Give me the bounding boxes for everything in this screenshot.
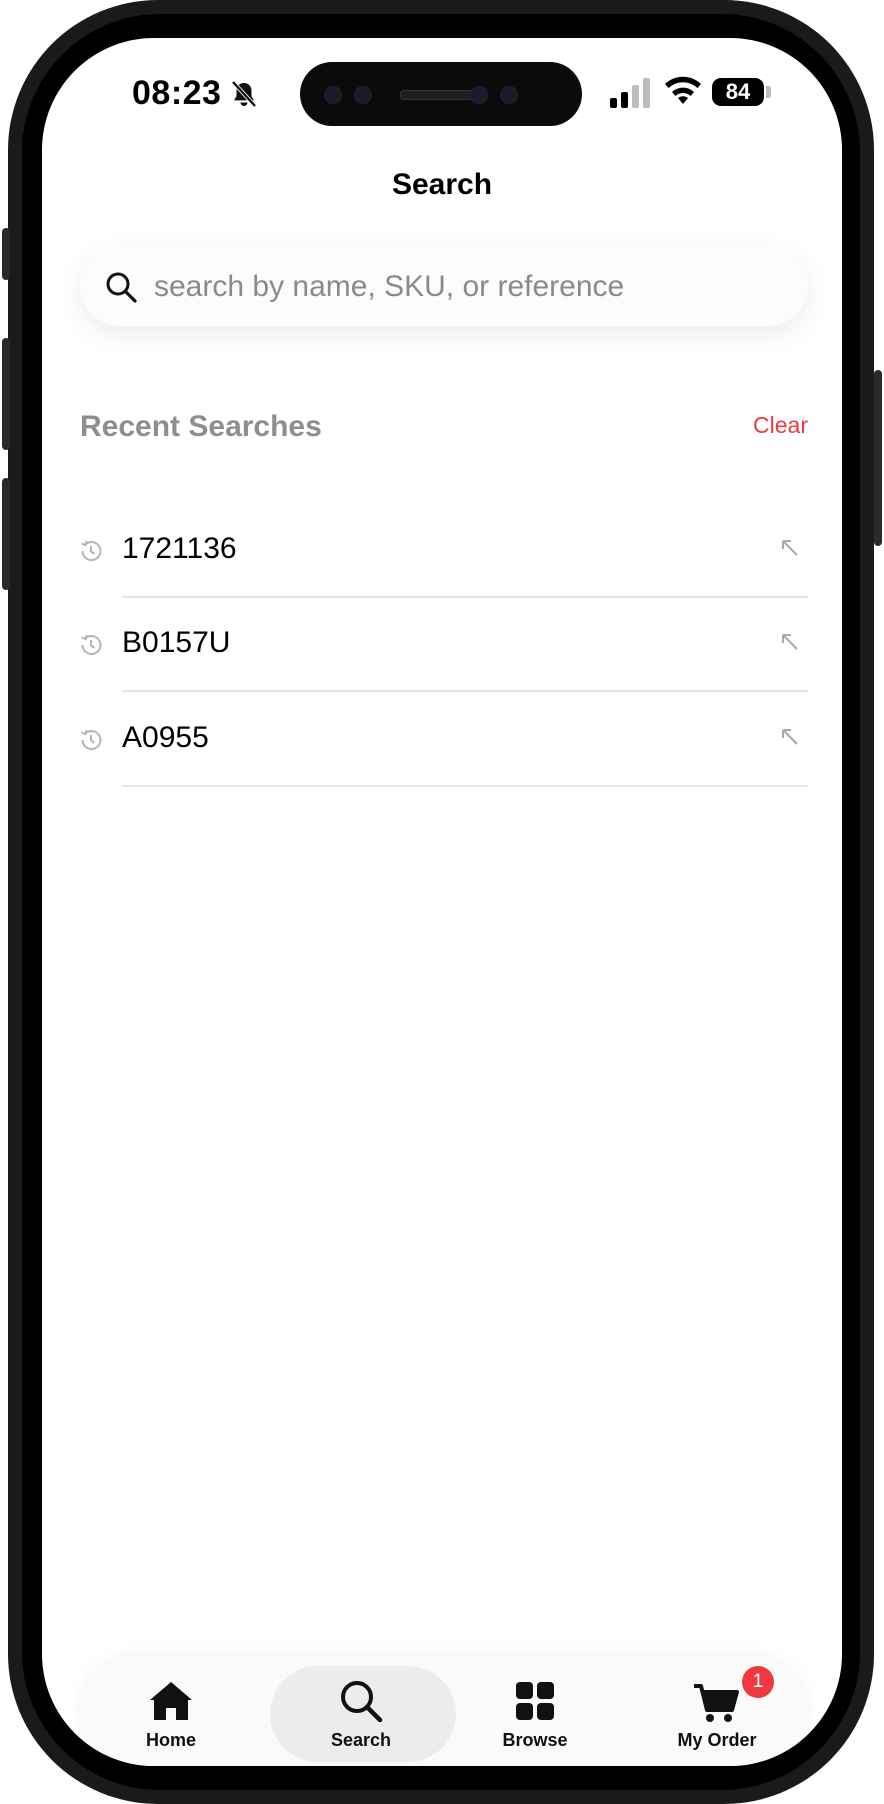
search-icon: [106, 272, 137, 303]
page-title: Search: [391, 168, 493, 201]
tab-browse[interactable]: Browse: [444, 1658, 626, 1766]
row-divider: [122, 785, 808, 787]
recent-search-item[interactable]: 1721136: [42, 504, 842, 598]
volume-up-button: [2, 338, 10, 450]
bottom-tab-bar: Home Search Browse 1 My Order: [80, 1658, 808, 1766]
status-time: 08:23: [132, 74, 222, 112]
wifi-icon: [665, 76, 701, 104]
cellular-signal-icon: [610, 78, 650, 108]
tab-my-order[interactable]: 1 My Order: [626, 1658, 808, 1766]
power-button: [874, 370, 882, 546]
recent-search-label: 1721136: [122, 532, 237, 565]
history-icon: [81, 634, 102, 656]
fill-search-arrow-icon[interactable]: [780, 538, 800, 558]
row-divider: [122, 690, 808, 692]
home-icon: [150, 1682, 192, 1720]
action-button: [2, 228, 10, 280]
recent-searches-heading: Recent Searches: [80, 410, 322, 443]
dynamic-island: [300, 62, 582, 126]
tab-browse-label: Browse: [502, 1730, 568, 1750]
clear-recent-button[interactable]: Clear: [753, 412, 808, 439]
search-input[interactable]: [152, 246, 776, 328]
tab-search-label: Search: [330, 1730, 392, 1750]
history-icon: [81, 729, 102, 751]
tab-search[interactable]: Search: [262, 1658, 456, 1766]
recent-search-item[interactable]: A0955: [42, 693, 842, 787]
silent-bell-icon: [231, 80, 257, 108]
tab-home-label: Home: [145, 1730, 196, 1750]
cart-icon: [694, 1684, 739, 1722]
history-icon: [81, 540, 102, 562]
volume-down-button: [2, 478, 10, 590]
grid-icon: [516, 1682, 554, 1720]
tab-my-order-label: My Order: [677, 1730, 757, 1750]
battery-indicator: 84: [712, 78, 764, 106]
app-screen: 08:23 84 Search Recent Searches Clear: [42, 38, 842, 1766]
search-bar[interactable]: [80, 246, 808, 328]
recent-search-label: B0157U: [122, 626, 231, 659]
fill-search-arrow-icon[interactable]: [780, 727, 800, 747]
search-icon: [341, 1681, 383, 1723]
tab-home[interactable]: Home: [80, 1658, 262, 1766]
recent-search-label: A0955: [122, 721, 209, 754]
battery-tip: [766, 86, 771, 98]
recent-search-item[interactable]: B0157U: [42, 598, 842, 692]
cart-count-badge: 1: [742, 1666, 774, 1698]
fill-search-arrow-icon[interactable]: [780, 632, 800, 652]
